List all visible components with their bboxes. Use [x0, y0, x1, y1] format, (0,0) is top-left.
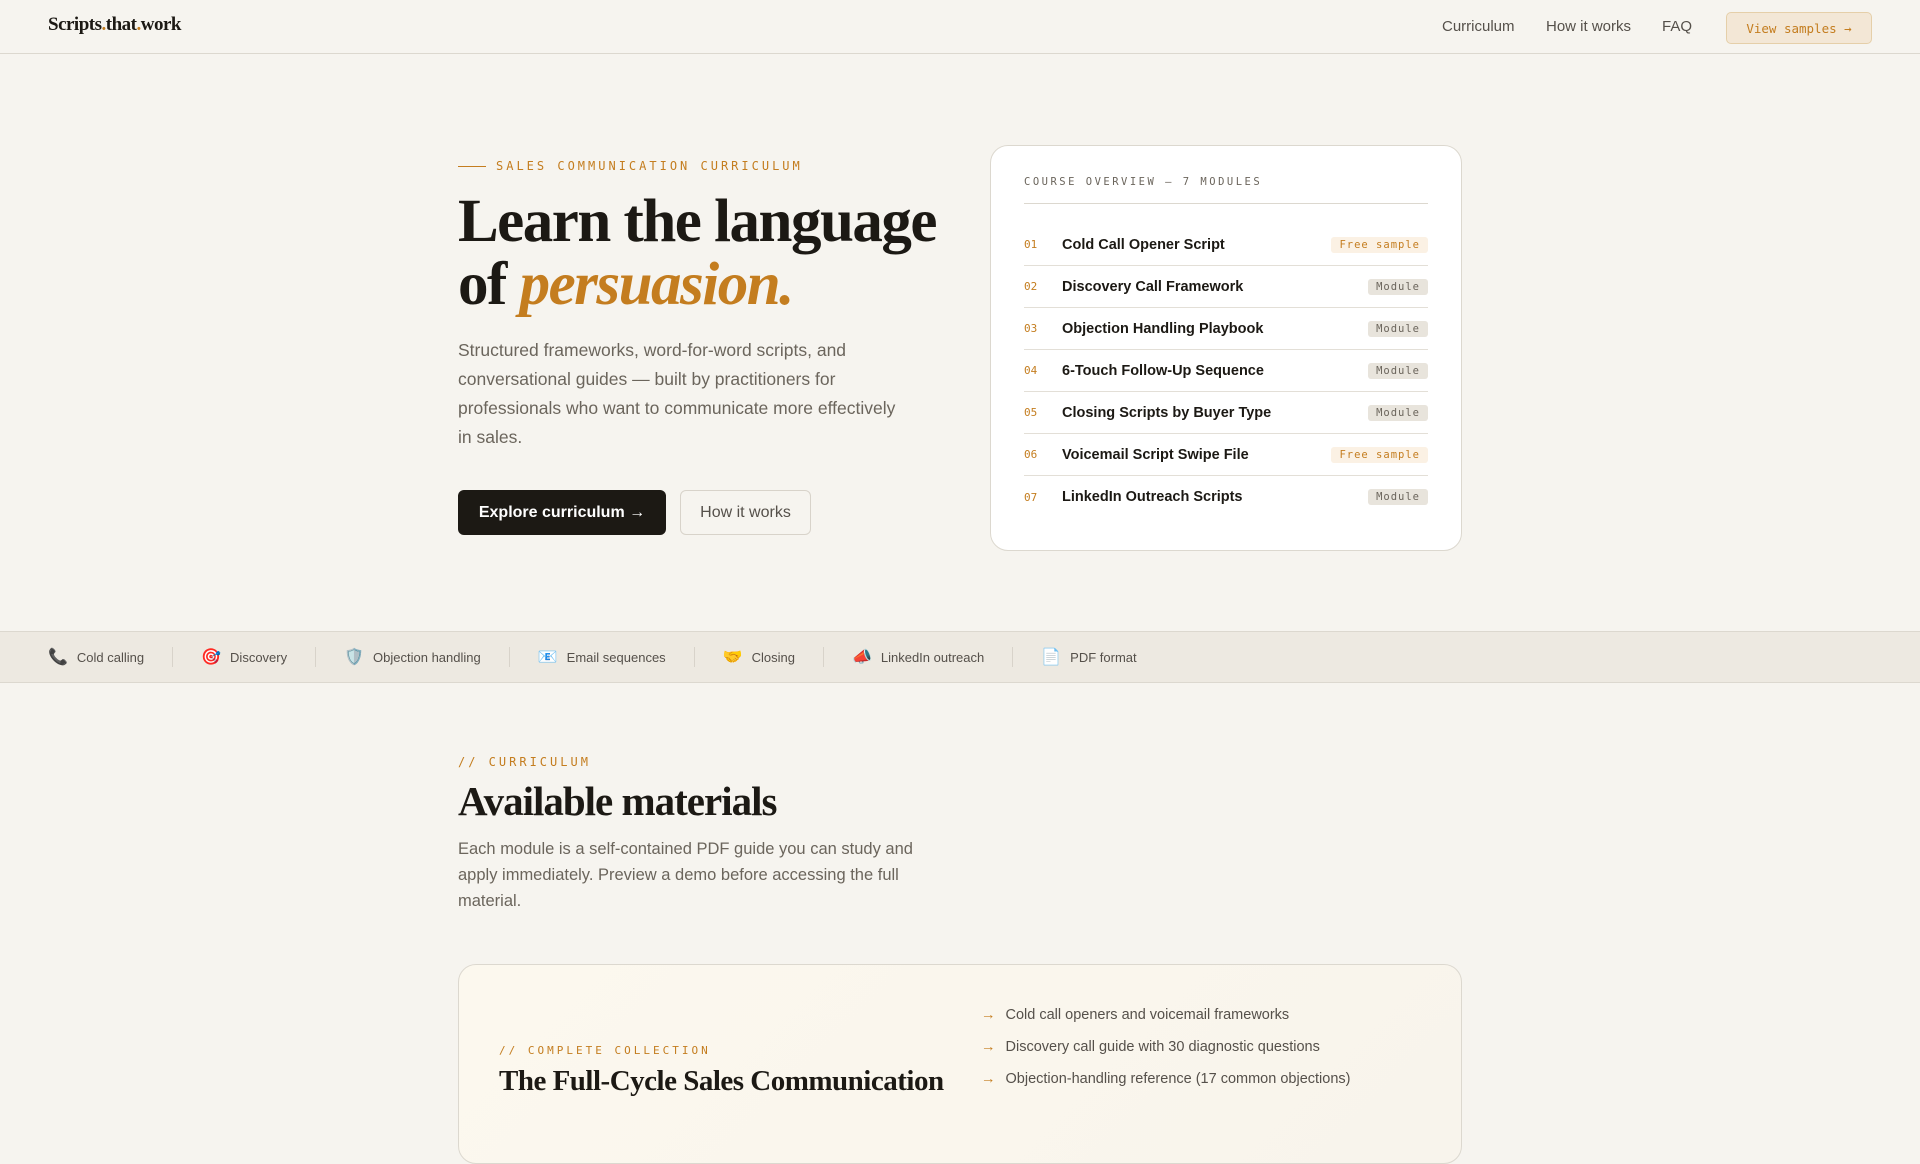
topic-item: 🎯 Discovery	[201, 647, 317, 667]
topic-label: Objection handling	[373, 649, 481, 665]
module-row[interactable]: 07 LinkedIn Outreach Scripts Module	[1024, 476, 1428, 518]
arrow-icon: →	[981, 1039, 996, 1055]
topic-label: Closing	[751, 649, 795, 665]
module-number: 05	[1024, 406, 1038, 419]
topic-label: Email sequences	[566, 649, 666, 665]
nav-faq[interactable]: FAQ	[1662, 18, 1692, 35]
module-number: 06	[1024, 448, 1038, 461]
feature-text: Cold call openers and voicemail framewor…	[1005, 1007, 1290, 1023]
module-title: Voicemail Script Swipe File	[1062, 446, 1249, 463]
eyebrow-line	[458, 166, 486, 167]
topic-item: 🤝 Closing	[723, 647, 824, 667]
course-overview-header: COURSE OVERVIEW — 7 MODULES	[1024, 176, 1428, 204]
topic-label: PDF format	[1070, 649, 1137, 665]
module-number: 01	[1024, 238, 1038, 251]
feature-item: → Discovery call guide with 30 diagnostic…	[981, 1039, 1320, 1055]
module-title: Discovery Call Framework	[1062, 278, 1244, 295]
module-number: 02	[1024, 280, 1038, 293]
topic-item: 📞 Cold calling	[48, 647, 174, 667]
logo-part: Scripts	[48, 14, 102, 35]
module-badge: Module	[1368, 362, 1428, 379]
hero-title-accent: persuasion.	[519, 251, 795, 318]
topic-label: Discovery	[230, 649, 288, 665]
module-badge: Module	[1368, 278, 1428, 295]
topic-item: 📣 LinkedIn outreach	[851, 647, 1014, 667]
module-row[interactable]: 05 Closing Scripts by Buyer Type Module	[1024, 392, 1428, 434]
module-badge: Module	[1368, 404, 1428, 421]
nav-curriculum[interactable]: Curriculum	[1442, 18, 1515, 35]
topic-icon: 📄	[1041, 649, 1062, 666]
free-sample-badge: Free sample	[1331, 236, 1428, 253]
top-nav: Scripts.that.work Curriculum How it work…	[0, 0, 1920, 54]
feature-item: → Objection-handling reference (17 common…	[981, 1071, 1350, 1087]
module-title: LinkedIn Outreach Scripts	[1062, 489, 1243, 505]
module-title: Objection Handling Playbook	[1062, 320, 1264, 337]
module-badge: Module	[1368, 489, 1428, 505]
view-samples-button[interactable]: View samples →	[1726, 12, 1872, 44]
hero-title-line1: Learn the language	[458, 188, 937, 255]
feature-text: Objection-handling reference (17 common …	[1005, 1071, 1351, 1087]
topic-icon: 🎯	[201, 649, 222, 666]
hero-title: Learn the language of persuasion.	[458, 188, 937, 318]
topic-label: Cold calling	[76, 649, 145, 665]
module-number: 04	[1024, 364, 1038, 377]
logo-part: work	[140, 14, 182, 35]
module-title: Closing Scripts by Buyer Type	[1062, 404, 1272, 421]
module-number: 07	[1024, 490, 1038, 504]
arrow-icon: →	[981, 1007, 996, 1023]
topic-icon: 📣	[851, 649, 872, 666]
feature-item: → Cold call openers and voicemail framewo…	[981, 1007, 1289, 1023]
topic-icon: 📧	[537, 649, 558, 666]
topic-item: 📄 PDF format	[1041, 647, 1164, 667]
hero-eyebrow: SALES COMMUNICATION CURRICULUM	[458, 159, 803, 173]
topic-strip: 📞 Cold calling 🎯 Discovery 🛡️ Objection handl…	[0, 631, 1920, 683]
logo-part: that	[105, 14, 137, 35]
complete-collection-card[interactable]: // COMPLETE COLLECTION The Full-Cycle Sa…	[458, 964, 1462, 1164]
hero-lead: Structured frameworks, word-for-word scr…	[458, 340, 896, 447]
explore-curriculum-button[interactable]: Explore curriculum →	[458, 490, 666, 535]
topic-item: 🛡️ Objection handling	[344, 647, 510, 667]
curriculum-lead: Each module is a self-contained PDF guid…	[458, 840, 913, 910]
module-row[interactable]: 06 Voicemail Script Swipe File Free sample	[1024, 434, 1428, 476]
curriculum-eyebrow: // CURRICULUM	[458, 755, 591, 769]
free-sample-badge: Free sample	[1331, 446, 1428, 463]
collection-title: The Full-Cycle Sales Communication	[499, 1065, 944, 1097]
how-it-works-button[interactable]: How it works	[680, 490, 811, 535]
course-overview-card: COURSE OVERVIEW — 7 MODULES 01 Cold Call …	[990, 145, 1462, 551]
hero-title-of: of	[458, 251, 520, 318]
module-title: Cold Call Opener Script	[1062, 236, 1225, 253]
topic-icon: 🤝	[722, 649, 743, 666]
module-row[interactable]: 01 Cold Call Opener Script Free sample	[1024, 224, 1428, 266]
topic-icon: 📞	[48, 649, 68, 666]
curriculum-title: Available materials	[458, 778, 777, 824]
module-list: 01 Cold Call Opener Script Free sample 02 Di…	[1024, 224, 1428, 518]
module-title: 6-Touch Follow-Up Sequence	[1062, 362, 1264, 379]
logo[interactable]: Scripts.that.work	[48, 14, 181, 36]
module-row[interactable]: 02 Discovery Call Framework Module	[1024, 266, 1428, 308]
module-number: 03	[1024, 322, 1038, 335]
collection-eyebrow: // COMPLETE COLLECTION	[499, 1044, 711, 1057]
topic-item: 📧 Email sequences	[538, 647, 695, 667]
module-row[interactable]: 03 Objection Handling Playbook Module	[1024, 308, 1428, 350]
topic-label: LinkedIn outreach	[880, 649, 985, 665]
module-row[interactable]: 04 6-Touch Follow-Up Sequence Module	[1024, 350, 1428, 392]
arrow-icon: →	[981, 1071, 996, 1087]
topic-icon: 🛡️	[344, 649, 365, 666]
module-badge: Module	[1368, 320, 1428, 337]
feature-text: Discovery call guide with 30 diagnostic …	[1005, 1039, 1320, 1055]
nav-how-it-works[interactable]: How it works	[1546, 18, 1631, 35]
hero-eyebrow-text: SALES COMMUNICATION CURRICULUM	[496, 159, 803, 173]
